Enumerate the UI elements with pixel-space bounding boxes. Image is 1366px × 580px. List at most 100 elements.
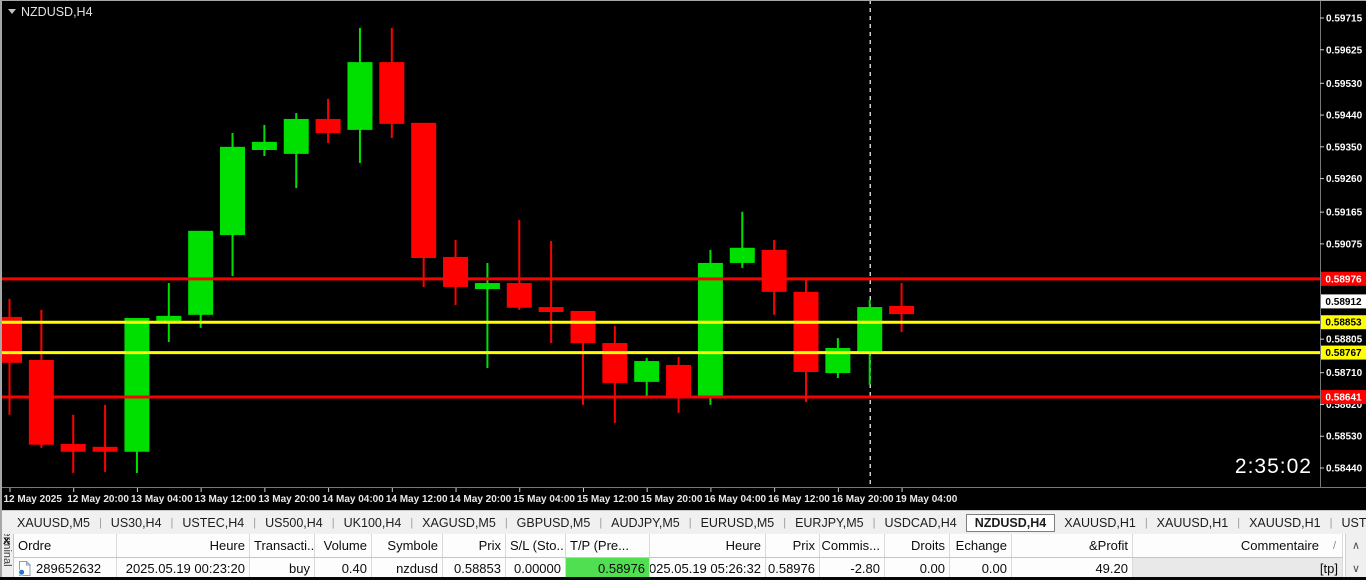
order-cell-5: 0.58853 — [443, 558, 506, 578]
column-header-12[interactable]: Echange — [950, 534, 1012, 557]
column-header-label: Heure — [210, 538, 245, 553]
price-chart[interactable]: 0.59715 0.59625 0.59530 0.59440 0.59350 0.592… — [0, 0, 1366, 509]
header-sort-slash-icon[interactable]: / — [1333, 540, 1336, 552]
candle-down — [889, 306, 914, 314]
column-header-0[interactable]: Ordre — [14, 534, 117, 557]
time-axis-label: 14 May 20:00 — [450, 494, 512, 505]
chart-tab-eurjpy-m5[interactable]: EURJPY,M5 — [786, 514, 873, 532]
chart-tab-us500-h4[interactable]: US500,H4 — [256, 514, 332, 532]
order-cell-value: 2025.05.19 00:23:20 — [126, 561, 245, 576]
column-header-3[interactable]: Volume — [315, 534, 372, 557]
chart-tab-xauusd-h1[interactable]: XAUUSD,H1 — [1055, 514, 1145, 532]
order-cell-8: 2025.05.19 05:26:32 — [650, 558, 766, 578]
candle-up — [124, 318, 149, 452]
column-header-label: Symbole — [387, 538, 438, 553]
column-header-label: Commentaire — [1241, 538, 1319, 553]
price-axis-label: 0.59350 — [1326, 142, 1363, 153]
chart-tab-uk100-h4[interactable]: UK100,H4 — [335, 514, 411, 532]
scroll-up-icon[interactable]: ∧ — [1346, 534, 1366, 557]
chart-tab-xagusd-m5[interactable]: XAGUSD,M5 — [413, 514, 505, 532]
column-header-9[interactable]: Prix — [766, 534, 820, 557]
price-axis-label: 0.59440 — [1326, 111, 1363, 122]
column-header-label: Droits — [911, 538, 945, 553]
candle-up — [188, 231, 213, 315]
terminal-side-strip[interactable]: x Terminal — [0, 534, 14, 580]
price-axis-label: 0.58530 — [1326, 432, 1363, 443]
order-cell-10: -2.80 — [820, 558, 885, 578]
column-header-7[interactable]: T/P (Pre... — [566, 534, 650, 557]
candle-down — [443, 257, 468, 287]
price-badge-label: 0.58767 — [1325, 348, 1362, 359]
column-header-label: S/L (Sto... — [510, 538, 566, 553]
price-axis-label: 0.59530 — [1326, 79, 1363, 90]
orders-table: Ordre Heure Transacti... Volume Symbole Prix S… — [14, 534, 1343, 578]
column-header-6[interactable]: S/L (Sto... — [506, 534, 566, 557]
chart-tab-us30-h4[interactable]: US30,H4 — [102, 514, 171, 532]
column-header-label: Volume — [324, 538, 367, 553]
candle-up — [284, 119, 309, 154]
order-cell-value: 0.58853 — [454, 561, 501, 576]
column-header-label: &Profit — [1089, 538, 1128, 553]
order-cell-value: 0.00 — [982, 561, 1007, 576]
chart-tab-ustec-h4[interactable]: USTEC,H4 — [173, 514, 253, 532]
candle-down — [411, 123, 436, 258]
price-axis-label: 0.59625 — [1326, 45, 1363, 56]
chart-tab-nzdusd-h4[interactable]: NZDUSD,H4 — [966, 514, 1056, 532]
column-header-1[interactable]: Heure — [117, 534, 250, 557]
chart-tab-ustec-weekly[interactable]: USTEC,Weekly — [1332, 514, 1366, 532]
order-cell-6: 0.00000 — [506, 558, 566, 578]
time-axis-label: 16 May 04:00 — [704, 494, 766, 505]
price-axis-label: 0.58440 — [1326, 463, 1363, 474]
candle-up — [475, 283, 500, 289]
order-cell-value: 2025.05.19 05:26:32 — [650, 561, 761, 576]
column-header-4[interactable]: Symbole — [372, 534, 443, 557]
time-axis-label: 19 May 04:00 — [896, 494, 958, 505]
candle-up — [730, 248, 755, 263]
chart-tab-eurusd-m5[interactable]: EURUSD,M5 — [692, 514, 784, 532]
chart-tab-xauusd-h1[interactable]: XAUUSD,H1 — [1240, 514, 1330, 532]
chart-tab-audjpy-m5[interactable]: AUDJPY,M5 — [602, 514, 689, 532]
price-axis-label: 0.59260 — [1326, 174, 1363, 185]
column-header-2[interactable]: Transacti... — [250, 534, 315, 557]
column-header-11[interactable]: Droits — [885, 534, 950, 557]
chart-tab-gbpusd-m5[interactable]: GBPUSD,M5 — [508, 514, 600, 532]
order-cell-value: 0.58976 — [768, 561, 815, 576]
order-cell-9: 0.58976 — [766, 558, 820, 578]
time-axis-label: 13 May 20:00 — [258, 494, 320, 505]
chart-symbol-label: NZDUSD,H4 — [21, 5, 93, 19]
order-cell-13: 49.20 — [1012, 558, 1133, 578]
column-header-13[interactable]: &Profit — [1012, 534, 1133, 557]
time-axis-label: 14 May 12:00 — [386, 494, 448, 505]
candle-down — [539, 307, 564, 312]
price-axis-label: 0.58805 — [1326, 335, 1363, 346]
order-row[interactable]: 289652632 2025.05.19 00:23:20 buy 0.40 nzdus… — [14, 558, 1343, 578]
time-axis-label: 12 May 2025 — [4, 494, 63, 505]
chart-tab-xauusd-m5[interactable]: XAUUSD,M5 — [8, 514, 99, 532]
candle-down — [379, 62, 404, 124]
price-axis-label: 0.58710 — [1326, 368, 1363, 379]
candle-down — [570, 311, 595, 343]
column-header-8[interactable]: Heure — [650, 534, 766, 557]
order-cell-2: buy — [250, 558, 315, 578]
price-badge-label: 0.58641 — [1325, 393, 1362, 404]
order-cell-0: 289652632 — [14, 558, 117, 578]
order-cell-value: 0.40 — [342, 561, 367, 576]
price-axis-label: 0.59715 — [1326, 14, 1363, 25]
chart-tab-usdcad-h4[interactable]: USDCAD,H4 — [875, 514, 965, 532]
order-cell-12: 0.00 — [950, 558, 1012, 578]
order-cell-value: nzdusd — [396, 561, 438, 576]
order-cell-1: 2025.05.19 00:23:20 — [117, 558, 250, 578]
price-badge-label: 0.58912 — [1325, 297, 1362, 308]
column-header-14[interactable]: Commentaire / — [1133, 534, 1343, 557]
candle-down — [602, 343, 627, 383]
column-header-label: Commis... — [822, 538, 881, 553]
column-header-10[interactable]: Commis... — [820, 534, 885, 557]
chart-tab-xauusd-h1[interactable]: XAUUSD,H1 — [1148, 514, 1238, 532]
candle-up — [252, 142, 277, 150]
orders-scrollbar[interactable]: ∧ ∨ — [1345, 534, 1366, 580]
column-header-5[interactable]: Prix — [443, 534, 506, 557]
chart-tab-bar: XAUUSD,M5|US30,H4|USTEC,H4|US500,H4|UK10… — [0, 510, 1366, 534]
time-axis-label: 15 May 20:00 — [641, 494, 703, 505]
terminal-panel-title: Terminal — [1, 534, 13, 567]
time-axis-label: 14 May 04:00 — [322, 494, 384, 505]
